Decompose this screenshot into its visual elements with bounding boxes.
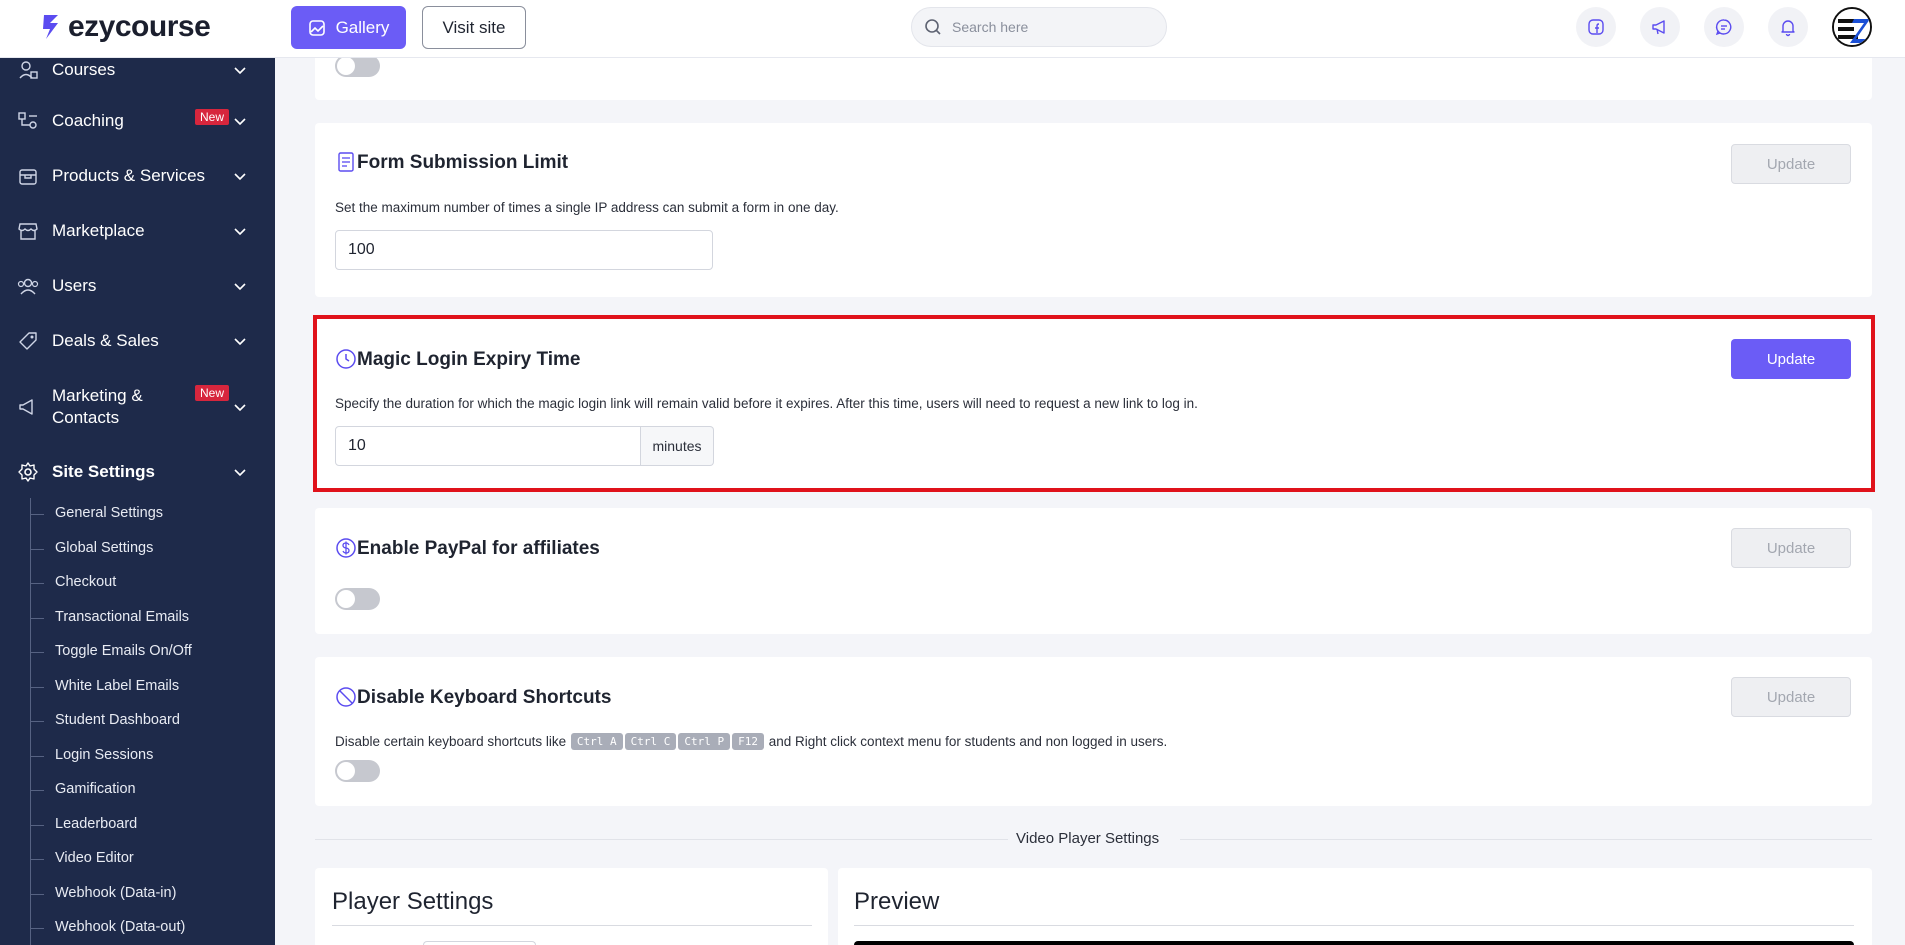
chevron-down-icon [234,404,246,412]
chevron-down-icon [234,283,246,291]
sidebar-item-users[interactable]: Users [0,271,275,301]
avatar[interactable] [1832,7,1872,47]
chevron-down-icon [234,228,246,236]
sidebar-item-deals-sales[interactable]: Deals & Sales [0,326,275,356]
sidebar-item-site-settings[interactable]: Site Settings [0,457,275,487]
sidebar-sub-checkout[interactable]: Checkout [55,574,116,590]
coaching-icon [18,112,37,129]
keyboard-shortcuts-card: Disable Keyboard Shortcuts Update Disabl… [315,657,1872,806]
sidebar-sub-video-editor[interactable]: Video Editor [55,850,134,866]
sidebar-sub-webhook-data-out[interactable]: Webhook (Data-out) [55,919,185,935]
top-bar: ezycourse Gallery Visit site [0,0,1905,58]
new-badge: New [195,385,230,401]
sidebar-sub-global-settings[interactable]: Global Settings [55,540,153,556]
form-limit-input[interactable] [335,230,713,270]
users-icon [17,278,39,295]
section-label: Video Player Settings [1016,830,1160,847]
sidebar-sub-white-label-emails[interactable]: White Label Emails [55,678,179,694]
sidebar-sub-gamification[interactable]: Gamification [55,781,136,797]
logo-icon [43,15,58,39]
chat-icon[interactable] [1704,7,1744,47]
sidebar-sub-login-sessions[interactable]: Login Sessions [55,747,153,763]
sidebar-item-products-services[interactable]: Products & Services [0,161,275,191]
video-preview[interactable] [854,941,1854,945]
unit-addon: minutes [641,426,714,466]
card-description: Specify the duration for which the magic… [335,396,1198,411]
sidebar-item-courses[interactable]: Courses [0,58,275,88]
courses-icon [19,61,38,79]
paypal-affiliates-card: Enable PayPal for affiliates Update [315,508,1872,634]
megaphone-icon[interactable] [1640,7,1680,47]
player-setting-field[interactable] [423,941,536,945]
card-description: Disable certain keyboard shortcuts like … [335,733,1168,750]
search-input[interactable] [952,19,1152,35]
chevron-down-icon [234,469,246,477]
block-icon [336,687,356,707]
sidebar-sub-student-dashboard[interactable]: Student Dashboard [55,712,180,728]
facebook-icon[interactable] [1576,7,1616,47]
visit-site-button[interactable]: Visit site [422,6,526,49]
player-settings-title: Player Settings [332,888,494,915]
kbd-key: F12 [732,733,764,750]
player-settings-card: Player Settings [315,868,828,945]
chevron-down-icon [234,67,246,75]
update-button[interactable]: Update [1731,339,1851,379]
tag-icon [19,332,37,350]
gallery-label: Gallery [335,17,390,37]
search-box[interactable] [911,7,1167,47]
paypal-toggle[interactable] [335,588,380,610]
chevron-down-icon [234,118,246,126]
sidebar-sub-webhook-data-in[interactable]: Webhook (Data-in) [55,885,176,901]
preview-card: Preview [838,868,1872,945]
card-title: Disable Keyboard Shortcuts [357,687,612,708]
kbd-key: Ctrl A [570,733,623,750]
form-icon [338,152,354,172]
expiry-minutes-input[interactable] [335,426,641,466]
search-icon [925,19,941,35]
kbd-key: Ctrl P [678,733,731,750]
logo[interactable]: ezycourse [40,10,211,44]
kbd-key: Ctrl C [624,733,677,750]
update-button[interactable]: Update [1731,528,1851,568]
update-button[interactable]: Update [1731,144,1851,184]
sidebar-item-marketing-contacts[interactable]: Marketing & Contacts New [0,385,275,429]
clock-icon [336,349,356,369]
sidebar-sub-transactional-emails[interactable]: Transactional Emails [55,609,189,625]
sidebar-sub-leaderboard[interactable]: Leaderboard [55,816,137,832]
card-title: Enable PayPal for affiliates [357,538,600,559]
sidebar-item-marketplace[interactable]: Marketplace [0,216,275,246]
products-icon [19,169,37,185]
sidebar: Courses Coaching New Products & Services… [0,58,275,945]
logo-text: ezycourse [68,10,211,43]
megaphone-icon [19,399,33,415]
sidebar-sub-toggle-emails[interactable]: Toggle Emails On/Off [55,643,192,659]
new-badge: New [195,109,230,125]
card-title: Magic Login Expiry Time [357,349,581,370]
gear-icon [18,462,38,482]
bell-icon[interactable] [1768,7,1808,47]
marketplace-icon [18,223,38,240]
card-title: Form Submission Limit [357,152,569,173]
chevron-down-icon [234,338,246,346]
magic-login-card: Magic Login Expiry Time Update Specify t… [315,319,1872,489]
update-button[interactable]: Update [1731,677,1851,717]
toggle-switch[interactable] [335,55,380,77]
preview-title: Preview [854,888,940,915]
sidebar-item-coaching[interactable]: Coaching New [0,106,275,136]
shortcuts-toggle[interactable] [335,760,380,782]
chevron-down-icon [234,173,246,181]
dollar-icon [336,538,356,558]
gallery-icon [308,19,325,36]
form-submission-limit-card: Form Submission Limit Update Set the max… [315,123,1872,297]
card-description: Set the maximum number of times a single… [335,200,839,215]
sidebar-sub-general-settings[interactable]: General Settings [55,505,163,521]
gallery-button[interactable]: Gallery [291,6,406,49]
